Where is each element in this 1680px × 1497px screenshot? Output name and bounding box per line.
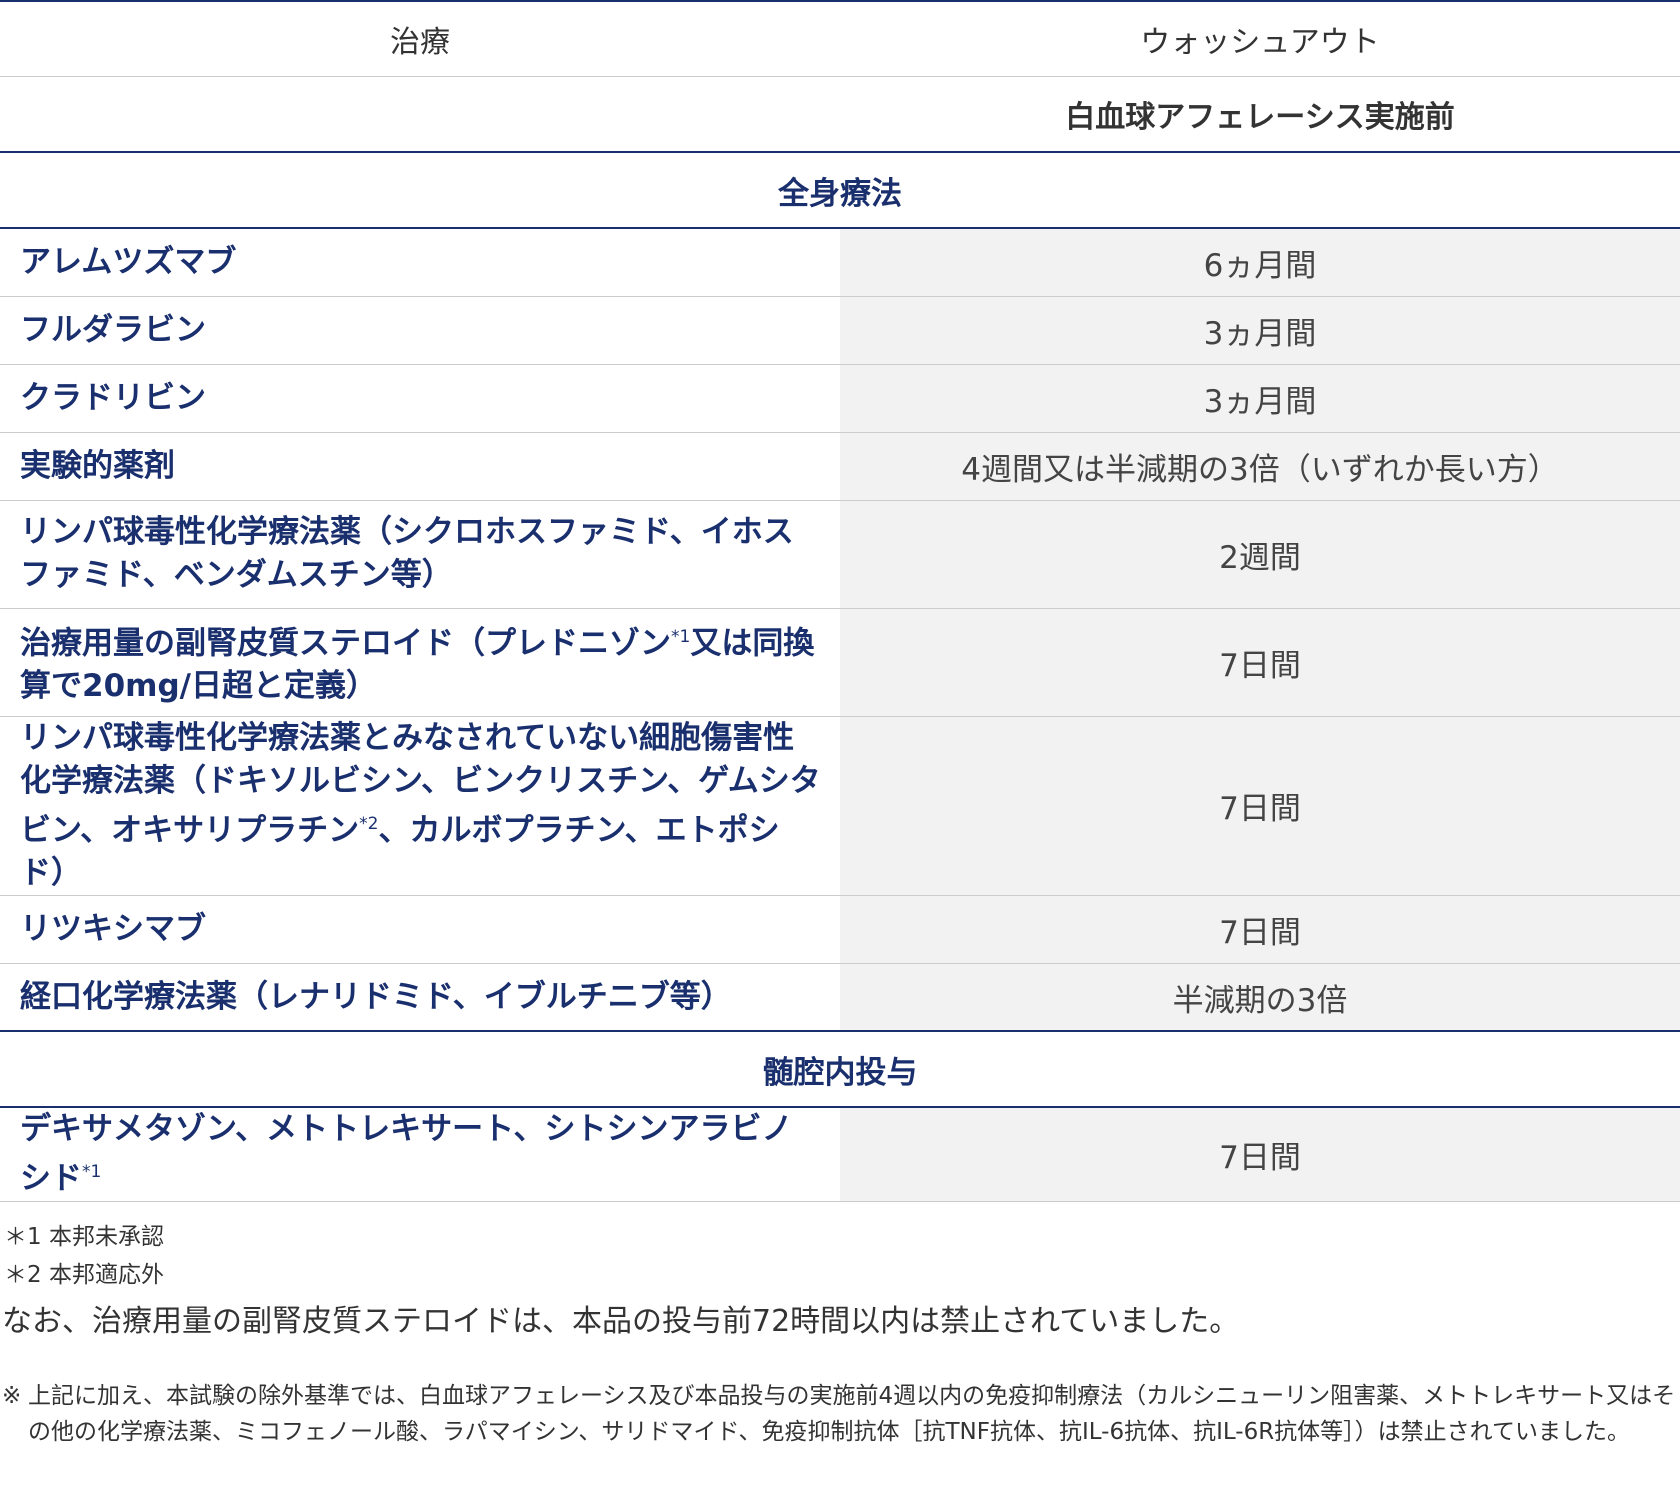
header-treatment: 治療 xyxy=(0,0,840,77)
footnotes: ＊1 本邦未承認 ＊2 本邦適応外 xyxy=(0,1218,1680,1294)
caveat-text: 上記に加え、本試験の除外基準では、白血球アフェレーシス及び本品投与の実施前4週以… xyxy=(28,1382,1676,1445)
washout-value: 7日間 xyxy=(840,1107,1680,1202)
treatment-name-text: デキサメタゾン、メトトレキサート、シトシンアラビノシド xyxy=(20,1111,793,1197)
treatment-name: フルダラビン xyxy=(0,296,840,365)
treatment-name: 経口化学療法薬（レナリドミド、イブルチニブ等） xyxy=(0,963,840,1033)
table-row: リンパ球毒性化学療法薬とみなされていない細胞傷害性化学療法薬（ドキソルビシン、ビ… xyxy=(0,716,1680,896)
subheader-empty xyxy=(0,76,840,153)
washout-value: 半減期の3倍 xyxy=(840,963,1680,1033)
caveat-mark: ※ xyxy=(2,1382,22,1409)
footnote-marker: *1 xyxy=(671,626,691,647)
header-washout: ウォッシュアウト xyxy=(840,0,1680,77)
page: 治療 ウォッシュアウト 白血球アフェレーシス実施前 全身療法 アレムツズマブ 6… xyxy=(0,0,1680,1450)
exclusion-caveat: ※ 上記に加え、本試験の除外基準では、白血球アフェレーシス及び本品投与の実施前4… xyxy=(0,1378,1680,1450)
washout-value: 3ヵ月間 xyxy=(840,364,1680,433)
table-header-row: 治療 ウォッシュアウト xyxy=(0,0,1680,77)
table-row: クラドリビン 3ヵ月間 xyxy=(0,364,1680,433)
section-title: 髄腔内投与 xyxy=(0,1031,1680,1109)
treatment-name: デキサメタゾン、メトトレキサート、シトシンアラビノシド*1 xyxy=(0,1107,840,1202)
washout-value: 7日間 xyxy=(840,895,1680,964)
treatment-name: リンパ球毒性化学療法薬（シクロホスファミド、イホスファミド、ベンダムスチン等） xyxy=(0,500,840,609)
treatment-name: リンパ球毒性化学療法薬とみなされていない細胞傷害性化学療法薬（ドキソルビシン、ビ… xyxy=(0,716,840,896)
washout-value: 7日間 xyxy=(840,716,1680,896)
treatment-name: アレムツズマブ xyxy=(0,228,840,297)
treatment-name: クラドリビン xyxy=(0,364,840,433)
washout-value: 3ヵ月間 xyxy=(840,296,1680,365)
table-row: アレムツズマブ 6ヵ月間 xyxy=(0,228,1680,297)
steroid-remark: なお、治療用量の副腎皮質ステロイドは、本品の投与前72時間以内は禁止されていまし… xyxy=(2,1303,1240,1339)
footnote-1: ＊1 本邦未承認 xyxy=(4,1223,164,1250)
table-row: 治療用量の副腎皮質ステロイド（プレドニゾン*1又は同換算で20mg/日超と定義）… xyxy=(0,608,1680,717)
subheader-before-apheresis: 白血球アフェレーシス実施前 xyxy=(840,76,1680,153)
table-row: リンパ球毒性化学療法薬（シクロホスファミド、イホスファミド、ベンダムスチン等） … xyxy=(0,500,1680,609)
table-subheader-row: 白血球アフェレーシス実施前 xyxy=(0,76,1680,153)
section-row-systemic: 全身療法 xyxy=(0,152,1680,229)
washout-value: 6ヵ月間 xyxy=(840,228,1680,297)
footnote-marker: *2 xyxy=(359,813,379,834)
treatment-name: 治療用量の副腎皮質ステロイド（プレドニゾン*1又は同換算で20mg/日超と定義） xyxy=(0,608,840,717)
table-row: デキサメタゾン、メトトレキサート、シトシンアラビノシド*1 7日間 xyxy=(0,1107,1680,1202)
washout-table: 治療 ウォッシュアウト 白血球アフェレーシス実施前 全身療法 アレムツズマブ 6… xyxy=(0,0,1680,1202)
table-row: 経口化学療法薬（レナリドミド、イブルチニブ等） 半減期の3倍 xyxy=(0,963,1680,1033)
washout-value: 2週間 xyxy=(840,500,1680,609)
section-row-intrathecal: 髄腔内投与 xyxy=(0,1031,1680,1109)
table-row: 実験的薬剤 4週間又は半減期の3倍（いずれか長い方） xyxy=(0,432,1680,501)
treatment-name: リツキシマブ xyxy=(0,895,840,964)
table-row: リツキシマブ 7日間 xyxy=(0,895,1680,964)
section-title: 全身療法 xyxy=(0,152,1680,229)
washout-value: 4週間又は半減期の3倍（いずれか長い方） xyxy=(840,432,1680,501)
washout-value: 7日間 xyxy=(840,608,1680,717)
footnote-marker: *1 xyxy=(82,1162,102,1183)
footnote-2: ＊2 本邦適応外 xyxy=(4,1261,164,1288)
treatment-name-text: 治療用量の副腎皮質ステロイド（プレドニゾン xyxy=(20,625,671,662)
table-row: フルダラビン 3ヵ月間 xyxy=(0,296,1680,365)
treatment-name: 実験的薬剤 xyxy=(0,432,840,501)
